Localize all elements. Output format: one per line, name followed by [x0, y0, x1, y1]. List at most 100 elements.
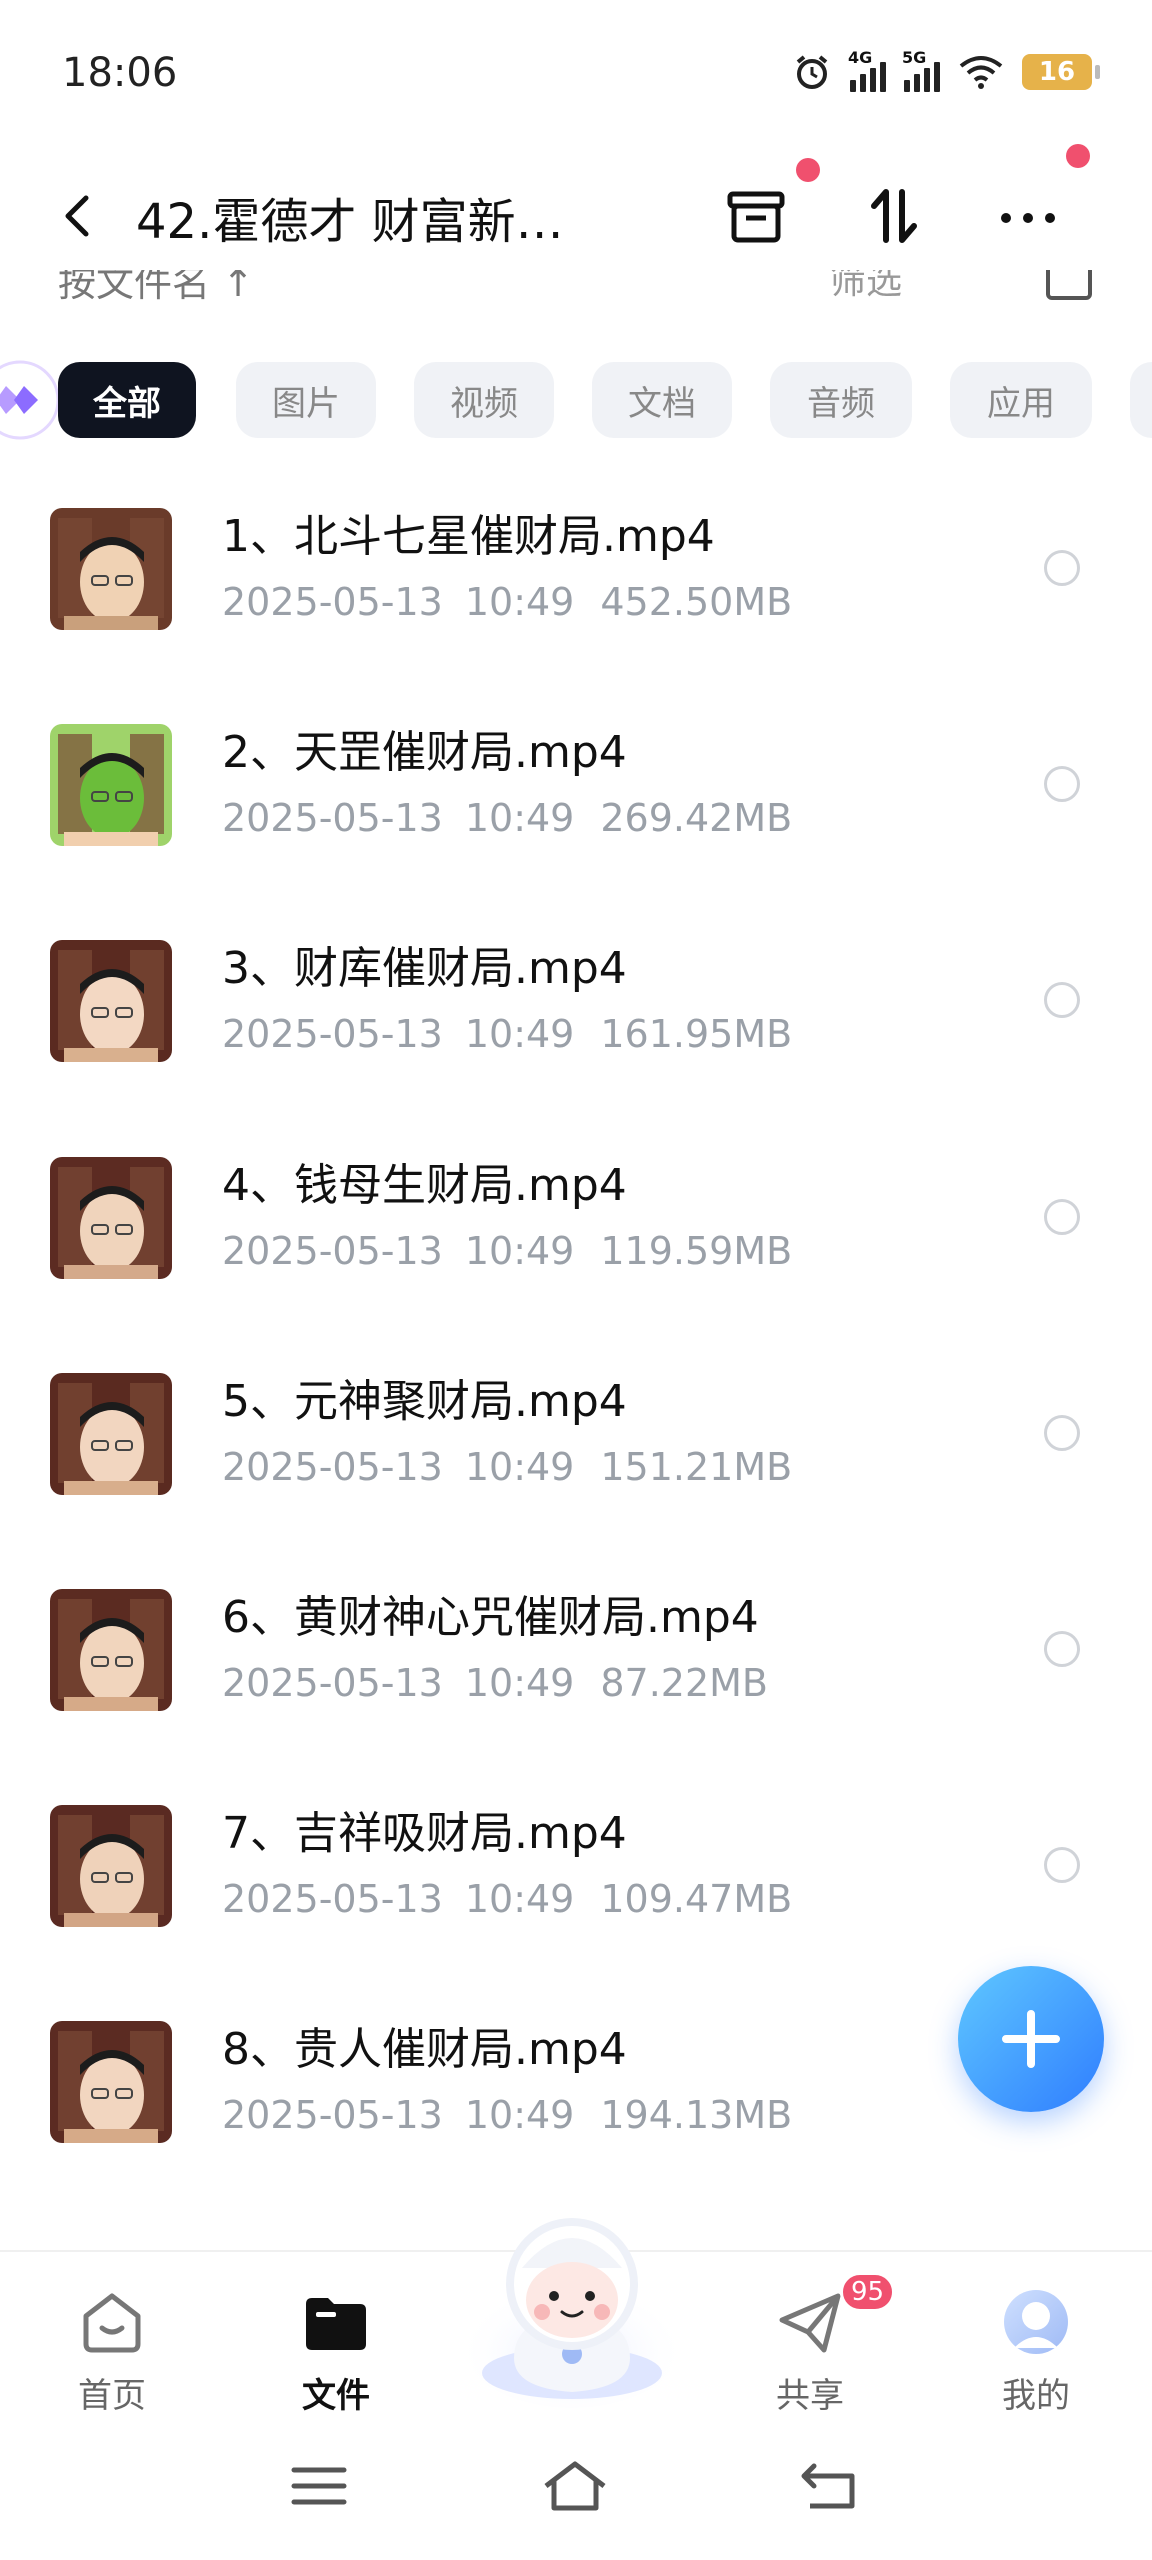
share-icon: [779, 2293, 841, 2353]
nav-share[interactable]: 95 共享: [730, 2272, 896, 2416]
video-thumbnail: [50, 724, 172, 846]
archive-button[interactable]: [718, 178, 794, 254]
file-date: 2025-05-13: [222, 1877, 443, 1921]
home-icon: [83, 2293, 141, 2353]
return-icon: [801, 2463, 855, 2509]
status-bar: 18:06 4G 5G 16: [0, 0, 1152, 150]
file-meta: 2025-05-13 10:49 109.47MB: [222, 1877, 792, 1921]
chip-apps[interactable]: 应用: [950, 362, 1092, 438]
file-date: 2025-05-13: [222, 1229, 443, 1273]
battery-level: 16: [1038, 57, 1076, 87]
nav-share-label: 共享: [776, 2376, 844, 2416]
file-size: 452.50MB: [600, 580, 793, 624]
signal-4g-icon: 4G: [848, 48, 886, 92]
plus-icon: [1002, 2010, 1060, 2068]
file-name: 8、贵人催财局.mp4: [222, 2024, 627, 2075]
notification-dot: [796, 158, 820, 182]
signal-4g-label: 4G: [848, 48, 873, 67]
file-row[interactable]: 5、元神聚财局.mp4 2025-05-13 10:49 151.21MB: [0, 1373, 1152, 1589]
file-time: 10:49: [464, 2093, 575, 2137]
file-time: 10:49: [464, 1877, 575, 1921]
back-button[interactable]: [50, 180, 110, 250]
file-name: 7、吉祥吸财局.mp4: [222, 1808, 627, 1859]
select-radio[interactable]: [1044, 766, 1080, 802]
more-button[interactable]: [990, 178, 1066, 254]
select-radio[interactable]: [1044, 982, 1080, 1018]
file-date: 2025-05-13: [222, 580, 443, 624]
file-time: 10:49: [464, 1445, 575, 1489]
sort-button[interactable]: [856, 178, 932, 254]
sort-icon: [871, 189, 917, 243]
file-name: 2、天罡催财局.mp4: [222, 727, 627, 778]
nav-profile-label: 我的: [1002, 2376, 1070, 2416]
file-name: 4、钱母生财局.mp4: [222, 1160, 627, 1211]
sort-by-name-label[interactable]: 按文件名 ↑: [58, 270, 254, 307]
file-date: 2025-05-13: [222, 1661, 443, 1705]
file-time: 10:49: [464, 580, 575, 624]
file-size: 194.13MB: [600, 2093, 793, 2137]
file-meta: 2025-05-13 10:49 269.42MB: [222, 796, 792, 840]
file-size: 87.22MB: [600, 1661, 769, 1705]
header: 42.霍德才 财富新…: [0, 144, 1152, 270]
battery-icon: 16: [1022, 54, 1100, 90]
select-radio[interactable]: [1044, 1631, 1080, 1667]
file-size: 109.47MB: [600, 1877, 793, 1921]
nav-files-label: 文件: [302, 2376, 370, 2416]
more-icon: [1001, 213, 1055, 223]
select-radio[interactable]: [1044, 1415, 1080, 1451]
select-radio[interactable]: [1044, 1199, 1080, 1235]
file-meta: 2025-05-13 10:49 161.95MB: [222, 1012, 792, 1056]
file-size: 269.42MB: [600, 796, 793, 840]
grid-view-icon[interactable]: [1046, 270, 1092, 300]
sort-filter-bar: 按文件名 ↑ 筛选: [0, 270, 1152, 310]
status-time: 18:06: [62, 50, 178, 96]
assistant-mascot-button[interactable]: [452, 2188, 692, 2418]
folder-title: 42.霍德才 财富新…: [136, 194, 564, 250]
video-thumbnail: [50, 940, 172, 1062]
back-system-button[interactable]: [796, 2456, 866, 2516]
file-date: 2025-05-13: [222, 1445, 443, 1489]
home-button[interactable]: [540, 2456, 610, 2516]
wifi-icon: [959, 56, 1003, 89]
file-name: 1、北斗七星催财局.mp4: [222, 511, 715, 562]
notification-dot: [1066, 144, 1090, 168]
filter-label[interactable]: 筛选: [830, 270, 902, 304]
nav-files[interactable]: 文件: [256, 2276, 416, 2416]
profile-icon: [1004, 2290, 1068, 2354]
file-date: 2025-05-13: [222, 1012, 443, 1056]
chip-videos[interactable]: 视频: [414, 362, 554, 438]
select-radio[interactable]: [1044, 1847, 1080, 1883]
collapse-handle[interactable]: [0, 350, 62, 450]
video-thumbnail: [50, 1157, 172, 1279]
chip-documents[interactable]: 文档: [592, 362, 732, 438]
double-chevron-icon: [0, 360, 60, 440]
file-name: 6、黄财神心咒催财局.mp4: [222, 1592, 759, 1643]
signal-5g-icon: 5G: [902, 48, 940, 92]
file-row[interactable]: 4、钱母生财局.mp4 2025-05-13 10:49 119.59MB: [0, 1157, 1152, 1373]
file-row[interactable]: 3、财库催财局.mp4 2025-05-13 10:49 161.95MB: [0, 940, 1152, 1156]
menu-icon: [291, 2467, 347, 2505]
file-meta: 2025-05-13 10:49 151.21MB: [222, 1445, 792, 1489]
chip-audio[interactable]: 音频: [770, 362, 912, 438]
chip-images[interactable]: 图片: [236, 362, 376, 438]
file-meta: 2025-05-13 10:49 452.50MB: [222, 580, 792, 624]
file-name: 3、财库催财局.mp4: [222, 943, 627, 994]
file-row[interactable]: 2、天罡催财局.mp4 2025-05-13 10:49 269.42MB: [0, 724, 1152, 940]
file-date: 2025-05-13: [222, 2093, 443, 2137]
nav-home[interactable]: 首页: [32, 2276, 192, 2416]
file-time: 10:49: [464, 1229, 575, 1273]
menu-button[interactable]: [284, 2456, 354, 2516]
file-row[interactable]: 1、北斗七星催财局.mp4 2025-05-13 10:49 452.50MB: [0, 508, 1152, 724]
share-badge: 95: [840, 2272, 896, 2312]
video-thumbnail: [50, 508, 172, 630]
select-radio[interactable]: [1044, 550, 1080, 586]
chip-more[interactable]: [1130, 362, 1152, 438]
add-button[interactable]: [958, 1966, 1104, 2112]
video-thumbnail: [50, 1805, 172, 1927]
home-outline-icon: [544, 2461, 606, 2511]
status-icons: 4G 5G 16: [792, 48, 1100, 92]
nav-profile[interactable]: 我的: [956, 2276, 1116, 2416]
video-thumbnail: [50, 1589, 172, 1711]
chip-all[interactable]: 全部: [58, 362, 196, 438]
file-row[interactable]: 6、黄财神心咒催财局.mp4 2025-05-13 10:49 87.22MB: [0, 1589, 1152, 1805]
